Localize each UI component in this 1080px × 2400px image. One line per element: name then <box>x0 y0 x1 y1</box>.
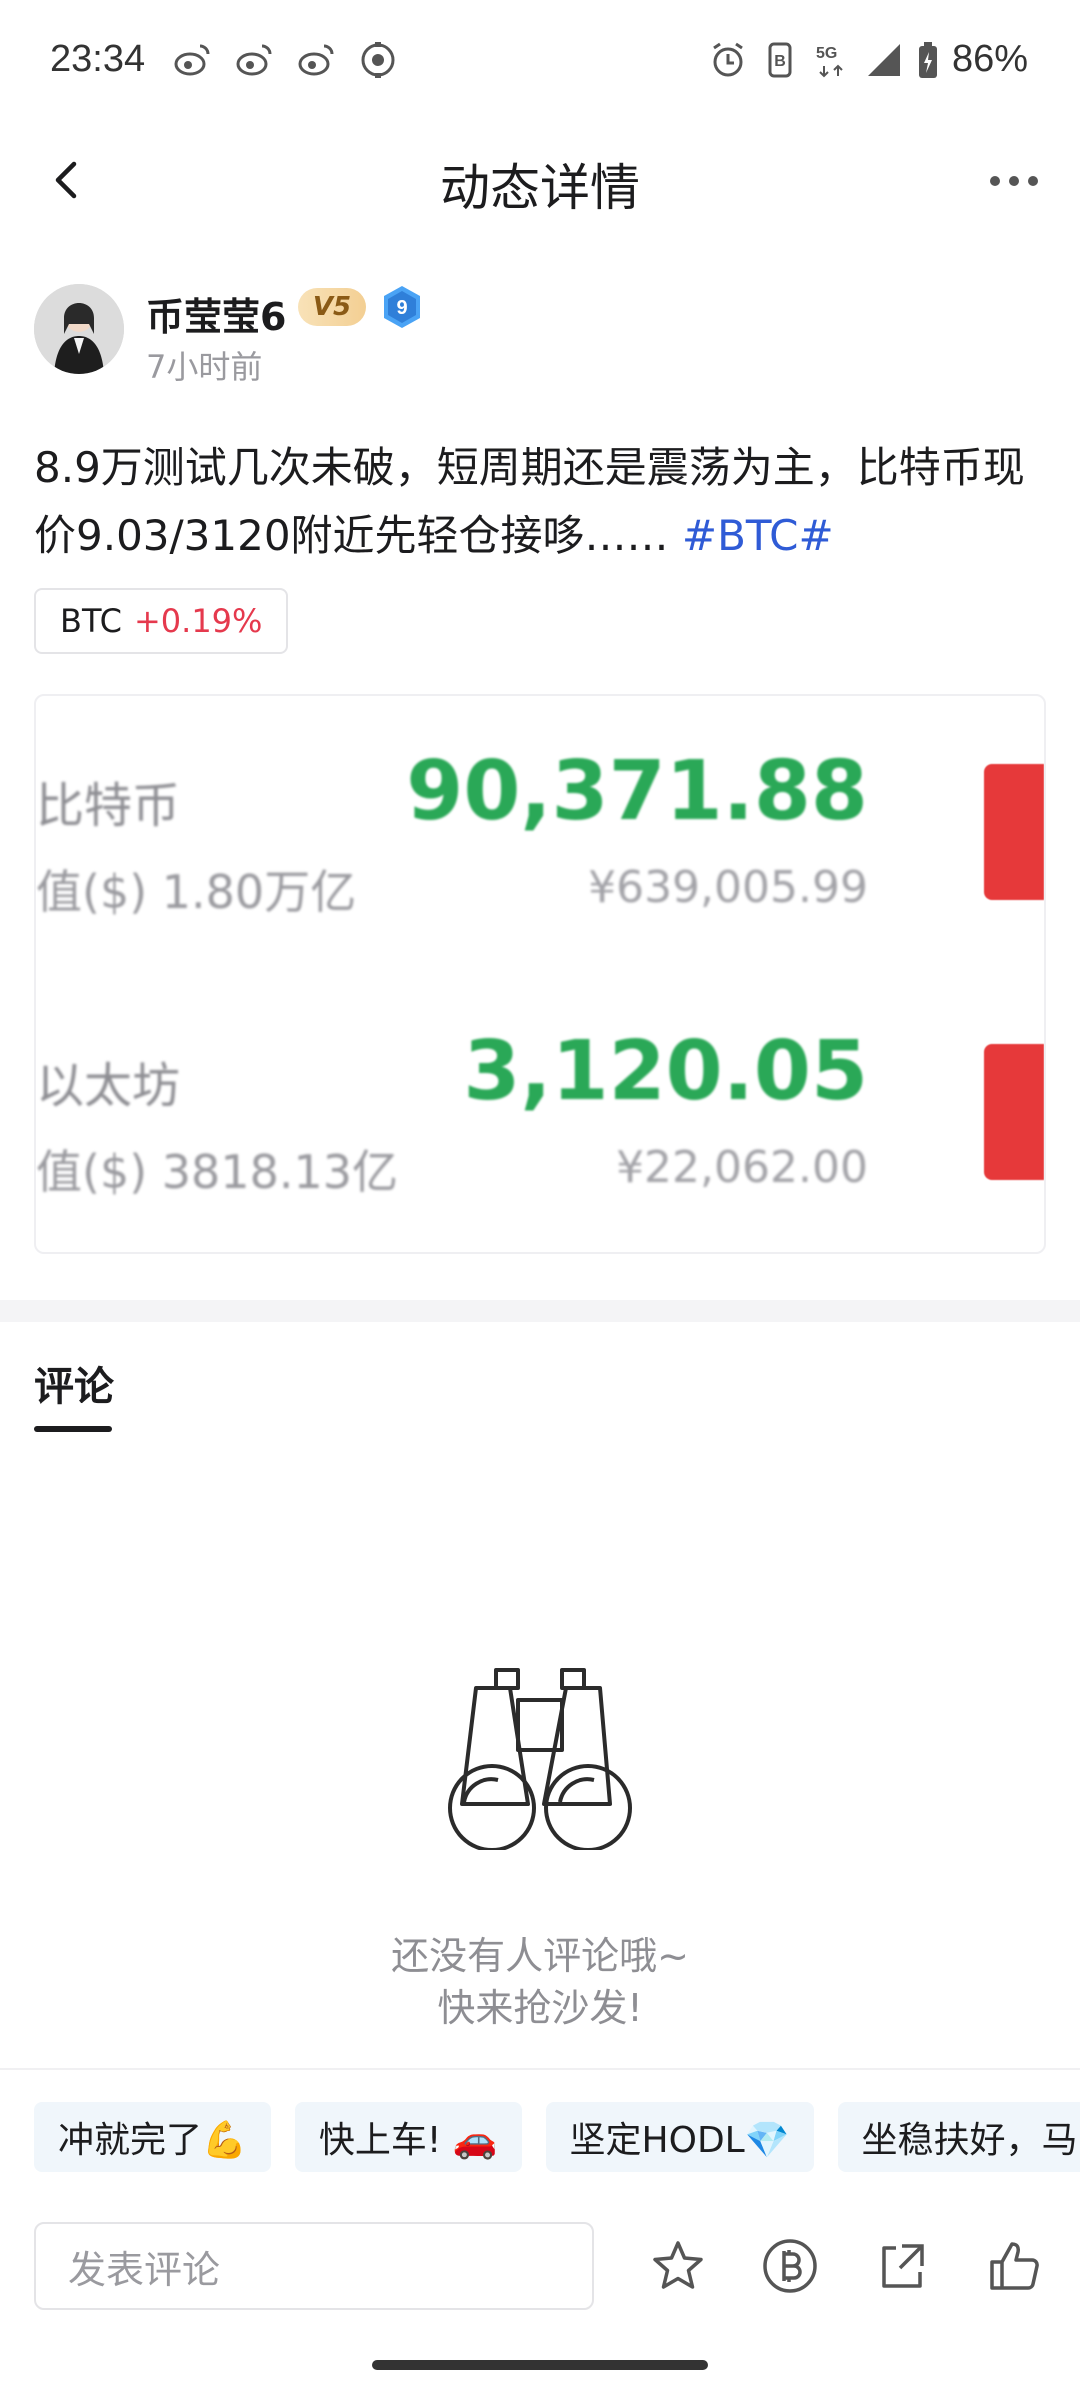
post-author: 币莹莹6 V5 9 7小时前 <box>34 284 1046 386</box>
nfc-icon: B <box>768 42 792 77</box>
author-name[interactable]: 币莹莹6 <box>146 286 286 341</box>
more-dots-icon <box>990 176 1038 186</box>
svg-text:9: 9 <box>396 297 407 319</box>
image-coin-name: 比特币 <box>36 778 181 834</box>
tip-button[interactable] <box>758 2234 822 2298</box>
favorite-button[interactable] <box>646 2234 710 2298</box>
empty-comments-line1: 还没有人评论哦~ <box>391 1934 689 1978</box>
svg-text:5G: 5G <box>816 45 837 62</box>
weibo-icon <box>236 44 272 76</box>
author-avatar[interactable] <box>34 284 124 374</box>
quick-reply-row: 冲就完了💪 快上车! 🚗 坚定HODL💎 坐稳扶好，马 <box>34 2102 1080 2172</box>
empty-comments-message: 还没有人评论哦~ 快来抢沙发! <box>0 1930 1080 2034</box>
5g-icon: 5G <box>816 45 843 77</box>
image-market-cap: 值($) 1.80万亿 <box>36 865 357 919</box>
notification-icons <box>172 40 398 80</box>
quick-reply-chip[interactable]: 坐稳扶好，马 <box>837 2102 1080 2172</box>
post-content: 8.9万测试几次未破，短周期还是震荡为主，比特币现价9.03/3120附近先轻仓… <box>34 434 1046 570</box>
binoculars-icon <box>448 1668 632 1850</box>
user-level-badge: 9 <box>384 286 420 328</box>
avatar-image <box>34 284 124 374</box>
quick-reply-chip[interactable]: 坚定HODL💎 <box>545 2102 814 2172</box>
coin-tag-chip[interactable]: BTC +0.19% <box>34 588 289 654</box>
star-icon <box>653 2241 703 2289</box>
share-button[interactable] <box>870 2234 934 2298</box>
share-icon <box>882 2244 924 2288</box>
comment-input[interactable]: 发表评论 <box>34 2222 594 2310</box>
empty-comments-line2: 快来抢沙发! <box>437 1986 643 2030</box>
image-price-cny: ¥639,005.99 <box>588 862 868 913</box>
image-trade-button <box>984 764 1044 900</box>
quick-reply-chip[interactable]: 快上车! 🚗 <box>294 2102 522 2172</box>
image-row-eth: 以太坊 值($) 3818.13亿 3,120.05 ¥22,062.00 <box>36 976 1044 1252</box>
weibo-icon <box>298 44 334 76</box>
tab-active-indicator <box>34 1426 112 1432</box>
weibo-icon <box>174 44 210 76</box>
coin-change: +0.19% <box>133 602 263 640</box>
image-coin-name: 以太坊 <box>36 1058 181 1114</box>
quick-reply-chip[interactable]: 冲就完了💪 <box>34 2102 271 2172</box>
image-market-cap: 值($) 3818.13亿 <box>36 1145 399 1199</box>
battery-level: 86% <box>951 38 1028 80</box>
hashtag-link[interactable]: #BTC# <box>682 511 834 560</box>
svg-text:B: B <box>774 53 786 70</box>
image-price-cny: ¥22,062.00 <box>616 1142 868 1193</box>
like-button[interactable] <box>982 2234 1046 2298</box>
vip-badge: V5 <box>298 288 366 326</box>
alarm-icon <box>713 42 743 76</box>
system-icons: B 5G 86% <box>708 38 1028 81</box>
page-title: 动态详情 <box>440 159 640 217</box>
home-indicator[interactable] <box>372 2360 708 2370</box>
post-body-text: 8.9万测试几次未破，短周期还是震荡为主，比特币现价9.03/3120附近先轻仓… <box>34 443 1025 560</box>
like-icon <box>990 2242 1039 2290</box>
section-divider <box>0 1300 1080 1322</box>
image-trade-button <box>984 1044 1044 1180</box>
image-price: 90,371.88 <box>406 744 868 839</box>
status-bar: 23:34 B 5G 86% <box>0 0 1080 126</box>
post-image[interactable]: 比特币 值($) 1.80万亿 90,371.88 ¥639,005.99 以太… <box>34 694 1046 1254</box>
battery-charging-icon <box>918 41 937 78</box>
tip-coin-icon <box>763 2239 817 2293</box>
tab-comments[interactable]: 评论 <box>34 1354 114 1412</box>
image-price: 3,120.05 <box>463 1024 868 1119</box>
signal-icon <box>867 43 900 76</box>
coin-symbol: BTC <box>60 602 122 640</box>
top-nav-bar: 动态详情 <box>0 126 1080 234</box>
image-row-btc: 比特币 值($) 1.80万亿 90,371.88 ¥639,005.99 <box>36 696 1044 976</box>
status-time: 23:34 <box>50 38 146 80</box>
post-time: 7小时前 <box>146 348 263 386</box>
more-options-button[interactable] <box>984 156 1044 206</box>
camera-icon <box>361 42 395 78</box>
quick-reply-divider <box>0 2068 1080 2070</box>
